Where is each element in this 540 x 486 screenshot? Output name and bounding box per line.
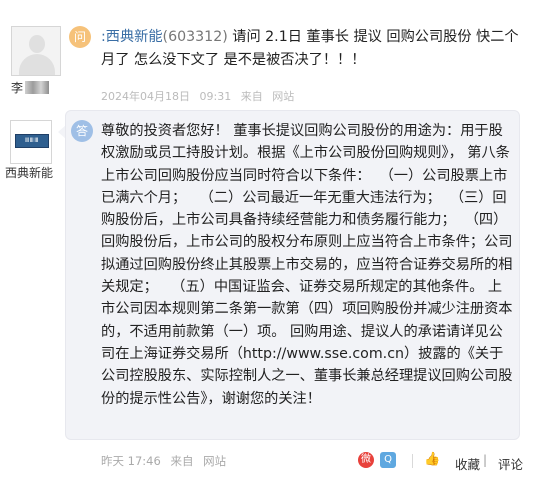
comment-icon[interactable]: | [483, 453, 487, 467]
question-source-prefix: 来自 [240, 90, 263, 103]
company-avatar[interactable]: ⅢⅢⅢ [10, 120, 52, 164]
question-text: :西典新能(603312) 请问 2.1日 董事长 提议 回购公司股份 快二个月… [101, 26, 526, 71]
question-source: 网站 [272, 90, 295, 103]
weibo-share-icon[interactable]: 微 [358, 452, 374, 468]
comment-button[interactable]: 评论 [498, 454, 523, 473]
thumb-up-icon[interactable]: 👍 [424, 452, 440, 467]
answer-badge-icon: 答 [71, 120, 93, 142]
footer-divider [412, 454, 413, 468]
asker-name-text: 李 [11, 81, 24, 95]
asker-name[interactable]: 李 [11, 79, 50, 96]
answer-time: 昨天 17:46 [101, 454, 161, 468]
company-name[interactable]: 西典新能 [5, 164, 53, 181]
answer-text: 尊敬的投资者您好！ 董事长提议回购公司股份的用途为：用于股权激励或员工持股计划。… [101, 123, 515, 407]
favorite-button[interactable]: 收藏 [455, 454, 480, 473]
asker-avatar[interactable] [11, 26, 61, 76]
question-badge-icon: 问 [69, 26, 91, 48]
answer-meta: 昨天 17:46 来自 网站 [101, 453, 232, 469]
qzone-share-icon[interactable]: Q [380, 452, 396, 468]
answer-source: 网站 [203, 454, 227, 468]
avatar-head-shape [29, 35, 45, 53]
asker-name-redaction [25, 81, 50, 94]
question-time: 09:31 [199, 90, 232, 103]
question-date: 2024年04月18日 [101, 90, 190, 103]
avatar-body-shape [19, 54, 55, 75]
stock-code: (603312) [162, 29, 228, 45]
question-meta: 2024年04月18日 09:31 来自 网站 [101, 88, 300, 104]
answer-source-prefix: 来自 [170, 454, 194, 468]
company-tag-link[interactable]: :西典新能 [101, 29, 163, 45]
company-logo-icon: ⅢⅢⅢ [15, 134, 49, 148]
